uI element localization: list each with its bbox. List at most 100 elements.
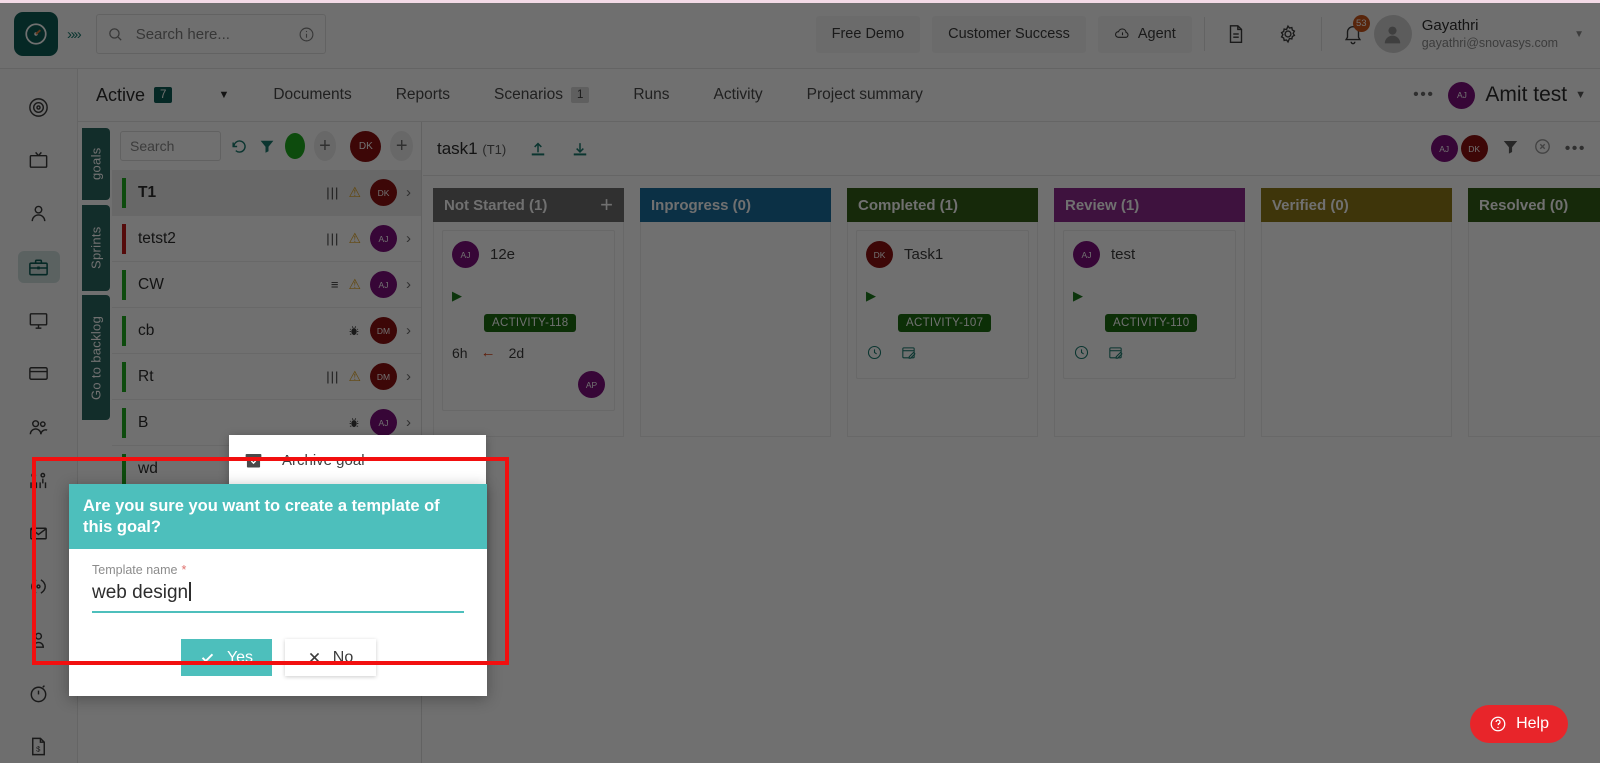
status-dot-icon[interactable]	[284, 133, 305, 159]
goals-search-input[interactable]: Search	[120, 131, 221, 161]
avatar[interactable]: DK	[1460, 135, 1488, 162]
monitor-icon[interactable]	[18, 304, 60, 336]
people-icon[interactable]	[18, 411, 60, 443]
activity-badge[interactable]: ACTIVITY-107	[898, 314, 992, 332]
tab-project-summary[interactable]: Project summary	[807, 86, 923, 104]
side-tab-backlog[interactable]: Go to backlog	[82, 295, 110, 420]
goal-row[interactable]: T1 ||| ⚠ DK ›	[112, 170, 421, 216]
activity-badge[interactable]: ACTIVITY-110	[1105, 314, 1198, 332]
ellipsis-icon[interactable]: •••	[1413, 86, 1434, 104]
tab-reports[interactable]: Reports	[396, 86, 450, 104]
tab-runs[interactable]: Runs	[633, 86, 669, 104]
play-icon[interactable]: ▶	[866, 288, 1019, 304]
code-brackets-icon[interactable]	[18, 571, 60, 603]
target-icon[interactable]	[18, 91, 60, 123]
avatar[interactable]: DM	[370, 317, 397, 344]
template-name-input[interactable]: web design	[92, 577, 464, 614]
task-card[interactable]: DK Task1 ▶ ACTIVITY-107	[856, 230, 1029, 379]
tab-documents[interactable]: Documents	[273, 86, 351, 104]
chevron-down-icon[interactable]: ▼	[1574, 29, 1584, 40]
activity-badge[interactable]: ACTIVITY-118	[484, 314, 577, 332]
side-tab-sprints[interactable]: Sprints	[82, 205, 110, 291]
goal-row[interactable]: cb DM ›	[112, 308, 421, 354]
avatar[interactable]: AJ	[1073, 241, 1100, 268]
avatar[interactable]: AJ	[1430, 135, 1458, 162]
filter-icon[interactable]	[258, 137, 276, 155]
avatar[interactable]: DK	[370, 179, 397, 206]
goal-row[interactable]: Rt ||| ⚠ DM ›	[112, 354, 421, 400]
envelope-icon[interactable]	[18, 518, 60, 550]
board-column: Verified (0)	[1261, 188, 1452, 763]
filter-icon[interactable]	[1501, 137, 1520, 161]
task-card[interactable]: AJ test ▶ ACTIVITY-110	[1063, 230, 1236, 379]
clock-icon[interactable]	[866, 344, 883, 366]
avatar[interactable]: DK	[350, 130, 382, 162]
goal-row[interactable]: CW ≡ ⚠ AJ ›	[112, 262, 421, 308]
briefcase-icon[interactable]	[17, 250, 60, 284]
avatar[interactable]: AJ	[1448, 81, 1476, 109]
add-goal-icon[interactable]: +	[313, 131, 337, 161]
calendar-edit-icon[interactable]	[900, 344, 917, 366]
column-header: Review (1)	[1054, 188, 1245, 222]
chevron-right-icon[interactable]: ›	[406, 414, 411, 431]
download-icon[interactable]	[570, 139, 590, 159]
active-filter[interactable]: Active 7 ▼	[96, 85, 229, 106]
plus-icon[interactable]: +	[600, 192, 613, 218]
chevron-right-icon[interactable]: ›	[406, 184, 411, 201]
chevron-right-icon[interactable]: ›	[406, 276, 411, 293]
person-icon[interactable]	[18, 198, 60, 230]
tab-label: Activity	[713, 86, 763, 103]
no-button[interactable]: No	[284, 639, 376, 677]
task-card[interactable]: AJ 12e ▶ ACTIVITY-118 6h ← 2d AP	[442, 230, 615, 411]
team-icon[interactable]	[18, 464, 60, 496]
play-icon[interactable]: ▶	[452, 288, 605, 304]
side-tab-goals[interactable]: goals	[82, 128, 110, 200]
dialog-body: Template name * web design	[69, 549, 487, 614]
avatar[interactable]: AJ	[370, 409, 397, 436]
help-button[interactable]: Help	[1470, 705, 1568, 743]
add-member-icon[interactable]: +	[390, 131, 413, 161]
user-avatar-icon[interactable]	[1373, 15, 1412, 53]
avatar[interactable]: DM	[370, 363, 397, 390]
tv-icon[interactable]	[18, 144, 60, 176]
bell-icon[interactable]: 53	[1332, 15, 1374, 53]
avatar[interactable]: AP	[578, 371, 605, 398]
free-demo-button[interactable]: Free Demo	[815, 15, 921, 53]
card-icon[interactable]	[18, 358, 60, 390]
goal-row[interactable]: tetst2 ||| ⚠ AJ ›	[112, 216, 421, 262]
tab-activity[interactable]: Activity	[714, 86, 763, 104]
refresh-icon[interactable]	[230, 137, 249, 156]
user-outline-icon[interactable]	[18, 624, 60, 656]
chevron-right-icon[interactable]: ›	[406, 322, 411, 339]
chevron-right-icon[interactable]: ›	[406, 368, 411, 385]
invoice-icon[interactable]: $	[18, 731, 60, 763]
menu-item-archive-goal[interactable]: Archive goal	[229, 439, 486, 482]
info-circle-icon[interactable]	[298, 26, 315, 43]
calendar-edit-icon[interactable]	[1107, 344, 1124, 366]
avatar[interactable]: AJ	[370, 271, 397, 298]
caret-down-icon[interactable]: ▼	[218, 89, 229, 101]
document-icon[interactable]	[1215, 15, 1257, 53]
tab-scenarios[interactable]: Scenarios 1	[494, 86, 590, 104]
ellipsis-icon[interactable]: •••	[1565, 140, 1586, 158]
clock-icon[interactable]	[1073, 344, 1090, 366]
avatar[interactable]: AJ	[452, 241, 479, 268]
avatar[interactable]: DK	[866, 241, 893, 268]
avatar[interactable]: AJ	[370, 225, 397, 252]
timer-icon[interactable]	[18, 677, 60, 709]
upload-icon[interactable]	[528, 139, 548, 159]
search-input[interactable]: Search here...	[95, 14, 326, 54]
clear-circle-icon[interactable]	[1533, 137, 1552, 161]
customer-success-button[interactable]: Customer Success	[932, 15, 1086, 53]
user-info[interactable]: Gayathri gayathri@snovasys.com	[1422, 17, 1558, 51]
column-title: Completed (1)	[858, 196, 959, 214]
speedometer-icon[interactable]	[14, 12, 58, 56]
agent-button[interactable]: Agent	[1097, 15, 1192, 53]
chevron-right-icon[interactable]: ›	[406, 230, 411, 247]
double-chevron-right-icon[interactable]: »»	[67, 26, 82, 43]
yes-button[interactable]: Yes	[180, 639, 272, 677]
play-icon[interactable]: ▶	[1073, 288, 1226, 304]
gear-icon[interactable]	[1267, 15, 1309, 53]
chevron-down-icon[interactable]: ▼	[1575, 89, 1586, 101]
goal-meta: ||| ⚠ AJ ›	[326, 225, 411, 252]
